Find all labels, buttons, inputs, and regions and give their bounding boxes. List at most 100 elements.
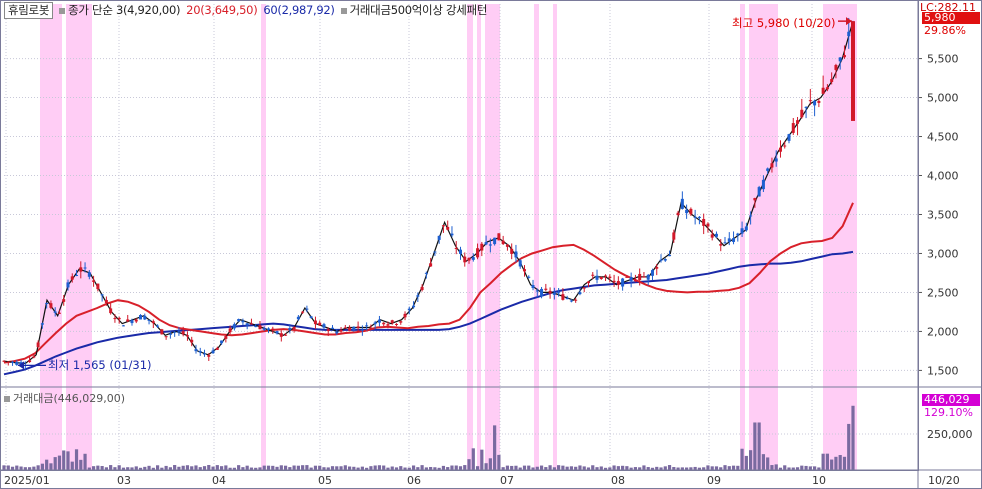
ticker-name[interactable]: 휴림로봇 [4, 2, 54, 19]
volume-bar [15, 465, 19, 470]
candle-body [403, 313, 407, 318]
candle-body [130, 320, 134, 324]
low-annotation: 최저 1,565 (01/31) [48, 358, 152, 372]
candle-body [437, 235, 441, 240]
candle-body [87, 272, 91, 277]
candle-body [322, 324, 326, 328]
volume-bar [36, 465, 40, 470]
volume-bar [57, 455, 62, 470]
ma3-polyline [3, 21, 854, 365]
volume-bar [420, 465, 424, 470]
volume-bar [215, 465, 219, 470]
volume-bar [74, 449, 79, 470]
candle-body [121, 325, 125, 327]
candle-body [373, 322, 377, 325]
candle-body [821, 87, 825, 94]
volume-bar [842, 456, 847, 470]
candle-body [220, 340, 224, 344]
candle-body [134, 319, 138, 322]
legend-ma3[interactable]: 종가 단순 3(4,920,00) [59, 3, 180, 18]
candle-body [331, 327, 335, 330]
candle-body [288, 328, 292, 330]
x-tick-label: 2025/01 [4, 474, 50, 487]
y-tick-label: 4,000 [927, 170, 959, 183]
volume-bar [318, 465, 322, 470]
candle-body [113, 318, 117, 320]
volume-bar [83, 453, 87, 470]
candle-body [441, 225, 445, 227]
x-tick-label: 05 [318, 474, 332, 487]
candle-body [522, 269, 526, 272]
legend-pattern-label: 거래대금500억이상 강세패턴 [349, 3, 488, 17]
candle-body [838, 57, 842, 62]
pattern-band [553, 4, 557, 470]
candle-body [604, 275, 608, 277]
y-tick-label: 3,500 [927, 208, 959, 221]
volume-bar [360, 466, 364, 470]
candle-body [348, 327, 352, 331]
candle-body [284, 334, 288, 336]
y-tick-label: 2,000 [927, 325, 959, 338]
candle-body [732, 238, 736, 242]
volume-bar [382, 465, 386, 470]
candle-body [514, 251, 518, 258]
volume-bar [279, 465, 283, 470]
high-annotation: 최고 5,980 (10/20) [732, 16, 836, 30]
volume-bar [480, 449, 484, 470]
candle-body [352, 326, 356, 331]
legend-ma60[interactable]: 60(2,987,92) [263, 3, 335, 18]
legend-square-icon [59, 7, 66, 14]
volume-bar [335, 466, 339, 470]
candle-body [650, 270, 654, 276]
candle-body [369, 327, 373, 330]
candle-body [32, 356, 36, 358]
volume-bar [343, 465, 347, 470]
stock-chart[interactable]: 1,500 2,000 2,500 3,000 3,500 4,000 4,500 5,000… [0, 0, 982, 489]
volume-bar [467, 459, 471, 470]
volume-bar [663, 466, 667, 470]
candle-body [497, 233, 501, 241]
candle-body [241, 320, 245, 323]
legend-square-icon [4, 396, 10, 402]
volume-bar [834, 456, 838, 470]
candle-body [638, 273, 642, 281]
candle-body [177, 331, 181, 333]
candle-body [842, 55, 846, 58]
candle-body [151, 321, 155, 324]
legend-pattern[interactable]: 거래대금500억이상 강세패턴 [340, 3, 488, 18]
x-tick-label: 08 [611, 474, 625, 487]
candle-body [804, 106, 808, 108]
volume-bar [706, 465, 710, 470]
ma3-line [3, 21, 854, 365]
volume-bar [219, 466, 224, 470]
candle-body [672, 232, 676, 240]
legend-ma20[interactable]: 20(3,649,50) [186, 3, 258, 18]
candle-body [215, 348, 219, 350]
volume-bar [527, 465, 531, 470]
candle-body [232, 324, 236, 329]
candle-body [800, 109, 804, 118]
volume-bar [202, 466, 207, 470]
volume-bar [548, 465, 552, 470]
candle-body [463, 256, 467, 263]
candle-body [454, 248, 458, 250]
candle-body [714, 233, 718, 237]
price-change-pct: 29.86% [924, 24, 966, 37]
candle-body [659, 259, 663, 261]
volume-bar [736, 465, 740, 470]
volume-bar [266, 465, 271, 470]
volume-bar [117, 465, 121, 470]
pattern-band [261, 4, 266, 470]
volume-bar [561, 465, 565, 470]
volume-bar [19, 466, 23, 470]
candle-body [254, 325, 258, 328]
candle-body [117, 317, 121, 320]
volume-legend[interactable]: 거래대금(446,029,00) [4, 390, 125, 406]
candle-body [817, 100, 821, 103]
volume-bar [625, 466, 629, 470]
candle-body [625, 276, 629, 278]
candle-body [185, 335, 189, 337]
y-tick-label: 5,000 [927, 92, 959, 105]
candle-body [267, 328, 271, 330]
volume-bar [373, 465, 377, 470]
